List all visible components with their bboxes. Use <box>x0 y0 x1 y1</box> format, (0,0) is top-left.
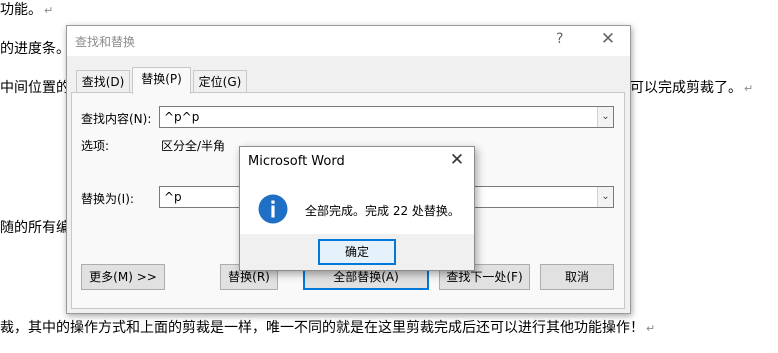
message-box-title: Microsoft Word <box>248 154 345 169</box>
close-icon[interactable]: ✕ <box>599 29 617 49</box>
info-icon <box>258 194 288 224</box>
doc-line-3: 中间位置的 <box>0 79 70 97</box>
doc-line-5: 裁，其中的操作方式和上面的剪裁是一样，唯一不同的就是在这里剪裁完成后还可以进行其… <box>0 319 655 338</box>
doc-text: 的进度条。 <box>0 41 70 57</box>
message-body: 全部完成。完成 22 处替换。 <box>240 177 474 234</box>
replace-value: ^p <box>164 190 182 204</box>
tab-find[interactable]: 查找(D) <box>76 70 130 93</box>
doc-line-4: 随的所有编 <box>0 219 70 237</box>
tab-label: 替换(P) <box>141 72 182 86</box>
tab-replace[interactable]: 替换(P) <box>132 67 191 94</box>
close-icon[interactable]: ✕ <box>448 150 466 170</box>
tab-goto[interactable]: 定位(G) <box>193 70 247 93</box>
message-box: Microsoft Word ✕ 全部完成。完成 22 处替换。 确定 <box>239 146 475 271</box>
dialog-title: 查找和替换 <box>75 35 136 49</box>
ok-button[interactable]: 确定 <box>318 239 396 265</box>
paragraph-mark: ↵ <box>744 82 754 95</box>
doc-text: 可以完成剪裁了。 <box>630 80 742 96</box>
doc-text: 裁，其中的操作方式和上面的剪裁是一样，唯一不同的就是在这里剪裁完成后还可以进行其… <box>0 320 644 336</box>
chevron-down-icon[interactable]: ⌄ <box>597 187 613 207</box>
tab-label: 查找(D) <box>81 75 125 89</box>
paragraph-mark: ↵ <box>646 322 656 335</box>
options-value: 区分全/半角 <box>161 139 226 153</box>
find-value: ^p^p <box>164 110 200 124</box>
help-icon[interactable]: ? <box>556 31 563 47</box>
cancel-button[interactable]: 取消 <box>540 264 614 290</box>
doc-line-3-right: 可以完成剪裁了。 ↵ <box>630 79 753 98</box>
dialog-titlebar[interactable]: 查找和替换 ? ✕ <box>67 26 630 56</box>
more-button[interactable]: 更多(M) >> <box>81 264 165 290</box>
replace-label: 替换为(I): <box>81 192 134 206</box>
message-footer: 确定 <box>240 234 474 270</box>
chevron-down-icon[interactable]: ⌄ <box>597 107 613 127</box>
find-label: 查找内容(N): <box>81 112 152 126</box>
message-text: 全部完成。完成 22 处替换。 <box>305 204 460 218</box>
find-input[interactable]: ^p^p ⌄ <box>159 106 614 128</box>
doc-text: 中间位置的 <box>0 80 70 96</box>
options-label: 选项: <box>81 139 110 153</box>
tab-label: 定位(G) <box>198 75 242 89</box>
doc-line-1: 功能。 ↵ <box>0 1 53 20</box>
doc-text: 功能。 <box>0 2 42 18</box>
paragraph-mark: ↵ <box>44 4 54 17</box>
doc-text: 随的所有编 <box>0 220 70 236</box>
